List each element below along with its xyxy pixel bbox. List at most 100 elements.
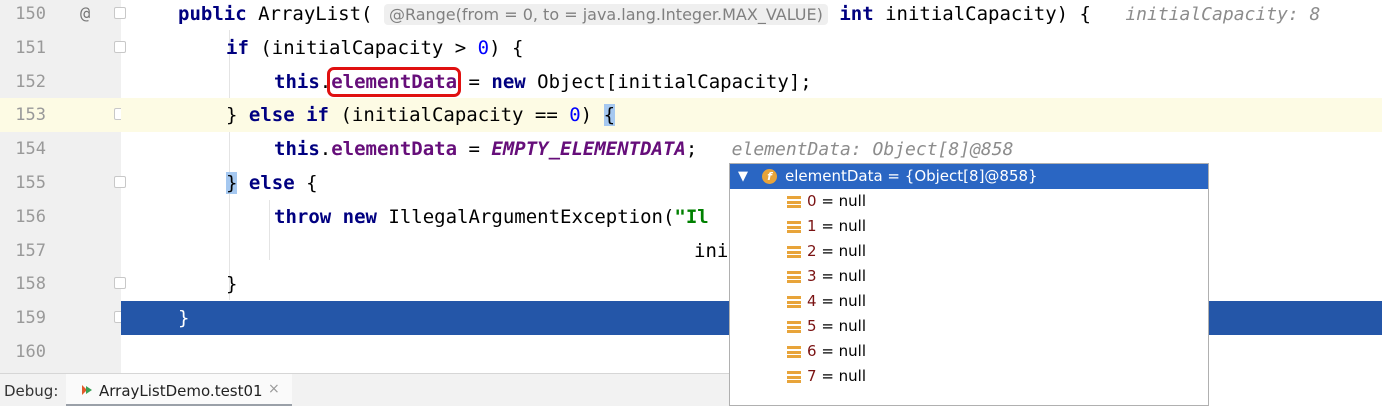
array-index: 4: [807, 292, 817, 310]
keyword: new: [342, 206, 377, 228]
number-literal: 0: [477, 37, 490, 59]
code-text: (initialCapacity ==: [329, 104, 570, 126]
code-text: .: [319, 138, 332, 160]
field-reference: elementData: [331, 138, 458, 160]
array-index: 7: [807, 367, 817, 385]
code-text: ArrayList(: [246, 3, 373, 25]
code-line-150[interactable]: public ArrayList( @Range(from = 0, to = …: [121, 0, 1382, 31]
array-element-row[interactable]: 5 = null: [730, 314, 1208, 339]
gutter-line-158[interactable]: 158: [0, 267, 126, 301]
array-element-icon: [787, 296, 801, 308]
keyword: throw: [274, 206, 332, 228]
matched-brace: }: [226, 172, 238, 194]
highlighted-field-element-data[interactable]: elementData: [327, 67, 462, 97]
array-value: = null: [816, 317, 866, 335]
array-value: = null: [816, 292, 866, 310]
close-icon[interactable]: ×: [268, 381, 280, 397]
keyword: if: [226, 37, 249, 59]
debug-session-tab[interactable]: ArrayListDemo.test01 ×: [66, 374, 292, 406]
gutter-line-157[interactable]: 157: [0, 234, 121, 268]
chevron-down-icon[interactable]: ▼: [738, 164, 748, 189]
gutter-line-160[interactable]: 160: [0, 335, 121, 369]
array-element-row[interactable]: 0 = null: [730, 189, 1208, 214]
code-line-151[interactable]: if (initialCapacity > 0) {: [121, 31, 1382, 65]
code-text: .: [319, 71, 332, 93]
array-element-label: 1 = null: [807, 214, 866, 239]
code-text: ini: [694, 240, 729, 262]
array-value: = null: [816, 217, 866, 235]
code-line-152[interactable]: this.elementData = new Object[initialCap…: [121, 65, 1382, 99]
array-element-icon: [787, 346, 801, 358]
variable-inspector-popup[interactable]: ▼ f elementData = {Object[8]@858} 0 = nu…: [729, 163, 1209, 406]
code-text: ;: [685, 138, 698, 160]
code-text: }: [226, 104, 249, 126]
line-number: 152: [15, 72, 46, 92]
line-number: 151: [15, 38, 46, 58]
array-index: 1: [807, 217, 817, 235]
debug-label: Debug:: [4, 382, 59, 400]
array-element-icon: [787, 196, 801, 208]
line-number: 160: [15, 342, 46, 362]
line-number: 154: [15, 139, 46, 159]
code-text: }: [178, 307, 190, 329]
array-element-row[interactable]: 6 = null: [730, 339, 1208, 364]
code-text: ) {: [489, 37, 524, 59]
gutter-line-150[interactable]: 150 @: [0, 0, 126, 31]
array-element-label: 6 = null: [807, 339, 866, 364]
gutter-line-153[interactable]: 153: [0, 98, 126, 132]
code-line-154[interactable]: this.elementData = EMPTY_ELEMENTDATA; el…: [121, 132, 1382, 166]
gutter-line-159[interactable]: 159: [0, 301, 126, 335]
array-element-row[interactable]: 3 = null: [730, 264, 1208, 289]
array-element-icon: [787, 371, 801, 383]
gutter-line-151[interactable]: 151: [0, 31, 126, 65]
array-index: 6: [807, 342, 817, 360]
array-element-row[interactable]: 2 = null: [730, 239, 1208, 264]
line-number: 159: [15, 308, 46, 328]
array-index: 5: [807, 317, 817, 335]
keyword: else: [248, 172, 295, 194]
array-value: = null: [816, 267, 866, 285]
array-element-label: 4 = null: [807, 289, 866, 314]
code-text: initialCapacity) {: [873, 3, 1091, 25]
code-line-153[interactable]: } else if (initialCapacity == 0) {: [121, 98, 1382, 132]
editor-gutter[interactable]: 150 @ 151 152 153 154 155 156 157 158 15…: [0, 0, 126, 373]
array-element-icon: [787, 246, 801, 258]
array-element-row[interactable]: 1 = null: [730, 214, 1208, 239]
code-text: =: [457, 138, 492, 160]
array-value: = null: [816, 192, 866, 210]
code-text: IllegalArgumentException(: [376, 206, 675, 228]
static-field: EMPTY_ELEMENTDATA: [491, 138, 686, 160]
array-element-label: 3 = null: [807, 264, 866, 289]
inline-debug-value[interactable]: elementData: Object[8]@858: [732, 139, 1014, 160]
override-marker-icon[interactable]: @: [80, 0, 90, 31]
keyword: new: [491, 71, 526, 93]
gutter-line-156[interactable]: 156: [0, 200, 121, 234]
gutter-line-154[interactable]: 154: [0, 132, 121, 166]
keyword: this: [274, 71, 320, 93]
array-element-row[interactable]: 4 = null: [730, 289, 1208, 314]
inlay-annotation: @Range(from = 0, to = java.lang.Integer.…: [383, 4, 828, 25]
array-element-icon: [787, 321, 801, 333]
run-config-icon: [82, 385, 92, 395]
array-element-label: 5 = null: [807, 314, 866, 339]
code-text: ): [580, 104, 604, 126]
code-text: (initialCapacity >: [248, 37, 478, 59]
number-literal: 0: [569, 104, 581, 126]
code-text: {: [294, 172, 318, 194]
array-element-icon: [787, 271, 801, 283]
inline-debug-value: initialCapacity: 8: [1125, 4, 1321, 25]
matched-brace: {: [603, 104, 616, 126]
gutter-line-152[interactable]: 152: [0, 65, 121, 99]
line-number: 157: [15, 241, 46, 261]
keyword: this: [274, 138, 320, 160]
keyword: else: [248, 104, 295, 126]
array-index: 3: [807, 267, 817, 285]
array-value: = null: [816, 342, 866, 360]
gutter-line-155[interactable]: 155: [0, 166, 126, 200]
array-element-row[interactable]: 7 = null: [730, 364, 1208, 389]
debug-toolbar: Debug: ArrayListDemo.test01 ×: [0, 373, 729, 406]
popup-root-node[interactable]: ▼ f elementData = {Object[8]@858}: [730, 164, 1208, 189]
